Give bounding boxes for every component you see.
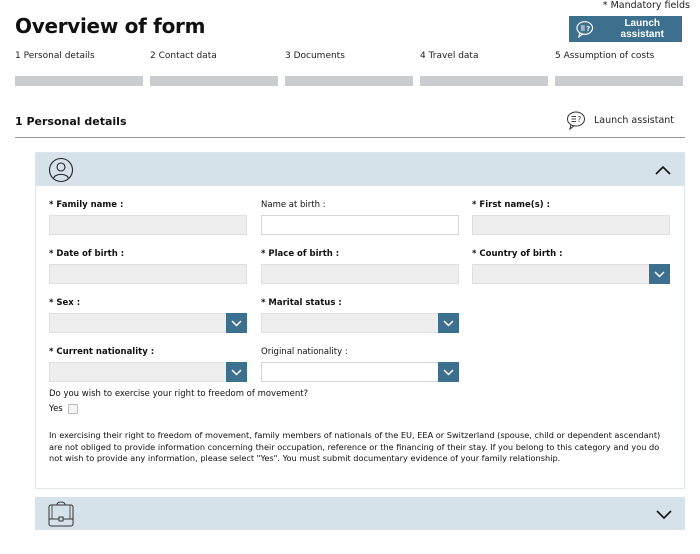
step-contact-data[interactable]: 2 Contact data <box>150 50 278 86</box>
step-progress-bar <box>555 76 683 86</box>
first-names-field: * First name(s) : <box>472 199 670 235</box>
chevron-down-icon <box>443 319 454 327</box>
name-at-birth-input[interactable] <box>261 215 459 235</box>
step-progress-bar <box>15 76 143 86</box>
person-icon <box>48 157 74 182</box>
svg-text:?: ? <box>577 115 581 124</box>
date-of-birth-field: * Date of birth : <box>49 248 247 284</box>
current-nationality-field: * Current nationality : <box>49 346 247 382</box>
launch-assistant-label: Launch assistant <box>620 18 664 40</box>
yes-checkbox[interactable] <box>67 404 78 414</box>
step-label: 4 Travel data <box>420 51 479 61</box>
original-nationality-field: Original nationality : <box>261 346 459 382</box>
freedom-info-text: In exercising their right to freedom of … <box>49 430 661 463</box>
page-title: Overview of form <box>15 14 206 38</box>
marital-status-label: * Marital status : <box>261 298 342 308</box>
chevron-down-icon <box>231 368 242 376</box>
current-nationality-label: * Current nationality : <box>49 347 155 357</box>
step-label: 2 Contact data <box>150 51 217 61</box>
freedom-of-movement-question: Do you wish to exercise your right to fr… <box>49 389 309 399</box>
step-label: 5 Assumption of costs <box>555 51 655 61</box>
family-name-label: * Family name : <box>49 200 124 210</box>
original-nationality-select[interactable] <box>261 362 459 382</box>
section-title: 1 Personal details <box>15 115 127 128</box>
mandatory-fields-note: * Mandatory fields <box>602 0 690 11</box>
family-name-input[interactable] <box>49 215 247 235</box>
chevron-down-icon <box>443 368 454 376</box>
current-nationality-select[interactable] <box>49 362 247 382</box>
personal-details-panel: * Family name : Name at birth : * First … <box>35 152 685 489</box>
dropdown-button[interactable] <box>649 264 670 284</box>
place-of-birth-label: * Place of birth : <box>261 249 340 259</box>
section-launch-assistant-link[interactable]: ? Launch assistant <box>566 110 674 130</box>
date-of-birth-label: * Date of birth : <box>49 249 125 259</box>
sex-field: * Sex : <box>49 297 247 333</box>
chevron-down-icon <box>654 270 665 278</box>
chat-help-icon: ? <box>567 111 585 130</box>
place-of-birth-field: * Place of birth : <box>261 248 459 284</box>
step-progress-bar <box>285 76 413 86</box>
chevron-down-icon <box>231 319 242 327</box>
briefcase-icon <box>48 500 74 526</box>
first-names-input[interactable] <box>472 215 670 235</box>
section-divider <box>15 137 685 138</box>
step-progress-bar <box>150 76 278 86</box>
country-of-birth-select[interactable] <box>472 264 670 284</box>
chevron-up-icon[interactable] <box>654 164 672 176</box>
dropdown-button[interactable] <box>438 313 459 333</box>
place-of-birth-input[interactable] <box>261 264 459 284</box>
country-of-birth-label: * Country of birth : <box>472 249 563 259</box>
sex-label: * Sex : <box>49 298 81 308</box>
step-label: 1 Personal details <box>15 51 95 61</box>
country-of-birth-field: * Country of birth : <box>472 248 670 284</box>
launch-assistant-button[interactable]: ? Launch assistant <box>569 16 682 42</box>
step-assumption-of-costs[interactable]: 5 Assumption of costs <box>555 50 683 86</box>
original-nationality-label: Original nationality : <box>261 347 348 357</box>
marital-status-select[interactable] <box>261 313 459 333</box>
date-of-birth-input[interactable] <box>49 264 247 284</box>
name-at-birth-field: Name at birth : <box>261 199 459 235</box>
chevron-down-icon[interactable] <box>655 508 673 520</box>
yes-label: Yes <box>49 404 63 414</box>
form-steps: 1 Personal details 2 Contact data 3 Docu… <box>15 50 683 86</box>
svg-text:?: ? <box>586 25 590 33</box>
marital-status-field: * Marital status : <box>261 297 459 333</box>
step-travel-data[interactable]: 4 Travel data <box>420 50 548 86</box>
dropdown-button[interactable] <box>438 362 459 382</box>
step-label: 3 Documents <box>285 51 345 61</box>
step-personal-details[interactable]: 1 Personal details <box>15 50 143 86</box>
first-names-label: * First name(s) : <box>472 200 550 210</box>
sex-select[interactable] <box>49 313 247 333</box>
personal-panel-header[interactable] <box>36 153 684 186</box>
freedom-yes-option: Yes <box>49 404 78 414</box>
step-documents[interactable]: 3 Documents <box>285 50 413 86</box>
section-launch-assistant-label: Launch assistant <box>594 114 675 126</box>
name-at-birth-label: Name at birth : <box>261 200 326 210</box>
second-panel-header[interactable] <box>35 497 685 530</box>
family-name-field: * Family name : <box>49 199 247 235</box>
dropdown-button[interactable] <box>226 313 247 333</box>
chat-help-icon: ? <box>576 21 594 38</box>
step-progress-bar <box>420 76 548 86</box>
dropdown-button[interactable] <box>226 362 247 382</box>
